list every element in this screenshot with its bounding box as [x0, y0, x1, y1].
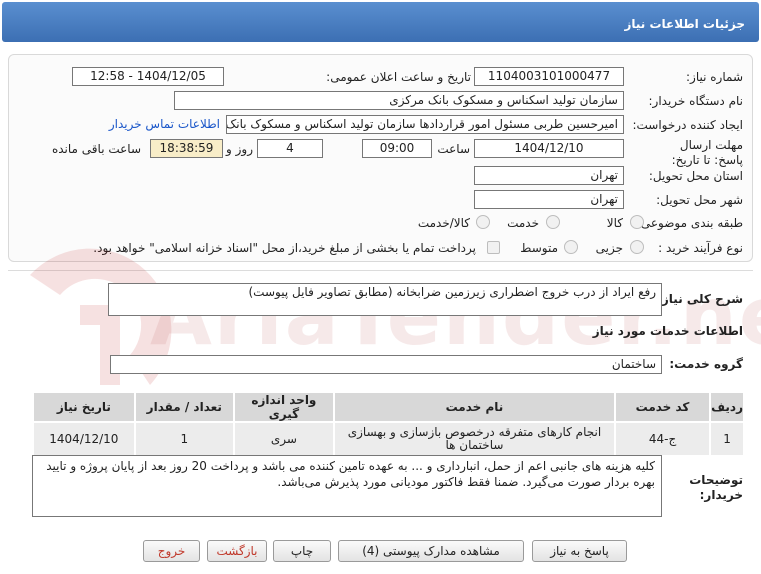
service-group-label: گروه خدمت: — [669, 357, 743, 371]
col-unit: واحد اندازه گیری — [232, 391, 335, 423]
print-button[interactable]: چاپ — [273, 540, 331, 562]
treasury-payment-checkbox[interactable] — [487, 241, 500, 254]
services-table-header: ردیف کد خدمت نام خدمت واحد اندازه گیری ت… — [32, 391, 745, 423]
category-goods-service-radio[interactable] — [476, 215, 490, 229]
deadline-date-field: 1404/12/10 — [474, 139, 624, 158]
category-service-label: خدمت — [507, 216, 539, 230]
buyer-org-field: سازمان تولید اسکناس و مسکوک بانک مرکزی — [174, 91, 624, 110]
treasury-payment-note: پرداخت تمام یا بخشی از مبلغ خرید،از محل … — [93, 241, 476, 255]
services-table: ردیف کد خدمت نام خدمت واحد اندازه گیری ت… — [32, 391, 745, 457]
buyer-notes-label: توضیحات خریدار: — [689, 473, 743, 502]
category-service-radio[interactable] — [546, 215, 560, 229]
city-label: شهر محل تحویل: — [656, 193, 743, 207]
creator-label: ایجاد کننده درخواست: — [632, 118, 743, 132]
deadline-time-field: 09:00 — [362, 139, 432, 158]
deadline-label: مهلت ارسال پاسخ: تا تاریخ: — [671, 138, 743, 167]
process-minor-radio[interactable] — [630, 240, 644, 254]
col-name: نام خدمت — [332, 391, 616, 423]
category-label: طبقه بندی موضوعی: — [636, 216, 743, 230]
province-field: تهران — [474, 166, 624, 185]
reply-button[interactable]: پاسخ به نیاز — [532, 540, 627, 562]
buyer-notes-field: کلیه هزینه های جانبی اعم از حمل، انباردا… — [32, 455, 662, 517]
remaining-label: ساعت باقی مانده — [51, 142, 141, 156]
need-number-field: 1104003101000477 — [474, 67, 624, 86]
page-title: جزئیات اطلاعات نیاز — [624, 17, 745, 31]
remaining-time-field: 18:38:59 — [150, 139, 223, 158]
exit-button[interactable]: خروج — [143, 540, 200, 562]
creator-field: امیرحسین طربی مسئول امور قراردادها سازما… — [226, 115, 624, 134]
process-medium-radio[interactable] — [564, 240, 578, 254]
cell-qty: 1 — [133, 421, 235, 457]
process-minor-label: جزیی — [595, 241, 623, 255]
city-field: تهران — [474, 190, 624, 209]
col-row: ردیف — [709, 391, 745, 423]
cell-unit: سری — [232, 421, 335, 457]
services-section-title: اطلاعات خدمات مورد نیاز — [592, 324, 743, 338]
need-number-label: شماره نیاز: — [686, 70, 743, 84]
days-field: 4 — [257, 139, 323, 158]
col-code: کد خدمت — [613, 391, 712, 423]
process-medium-label: متوسط — [520, 241, 558, 255]
category-goods-label: کالا — [606, 216, 623, 230]
description-field: رفع ایراد از درب خروج اضطراری زیرزمین ضر… — [108, 283, 662, 316]
col-qty: تعداد / مقدار — [133, 391, 235, 423]
buyer-org-label: نام دستگاه خریدار: — [648, 94, 744, 108]
service-group-field: ساختمان — [110, 355, 662, 374]
contact-info-link[interactable]: اطلاعات تماس خریدار — [109, 117, 220, 131]
table-row: 1 ج-44 انجام کارهای متفرقه درخصوص بازساز… — [32, 421, 745, 457]
time-label: ساعت — [437, 142, 470, 156]
view-documents-button[interactable]: مشاهده مدارک پیوستی (4) — [338, 540, 524, 562]
back-button[interactable]: بازگشت — [207, 540, 267, 562]
description-label: شرح کلی نیاز: — [657, 292, 743, 306]
category-goods-radio[interactable] — [630, 215, 644, 229]
category-goods-service-label: کالا/خدمت — [417, 216, 470, 230]
process-label: نوع فرآیند خرید : — [658, 241, 743, 255]
announce-field: 1404/12/05 - 12:58 — [72, 67, 224, 86]
province-label: استان محل تحویل: — [648, 169, 743, 183]
days-label: روز و — [226, 142, 253, 156]
col-date: تاریخ نیاز — [32, 391, 136, 423]
cell-name: انجام کارهای متفرقه درخصوص بازسازی و بهس… — [332, 421, 616, 457]
cell-code: ج-44 — [613, 421, 712, 457]
cell-row: 1 — [709, 421, 745, 457]
announce-label: تاریخ و ساعت اعلان عمومی: — [326, 70, 471, 84]
cell-date: 1404/12/10 — [32, 421, 136, 457]
